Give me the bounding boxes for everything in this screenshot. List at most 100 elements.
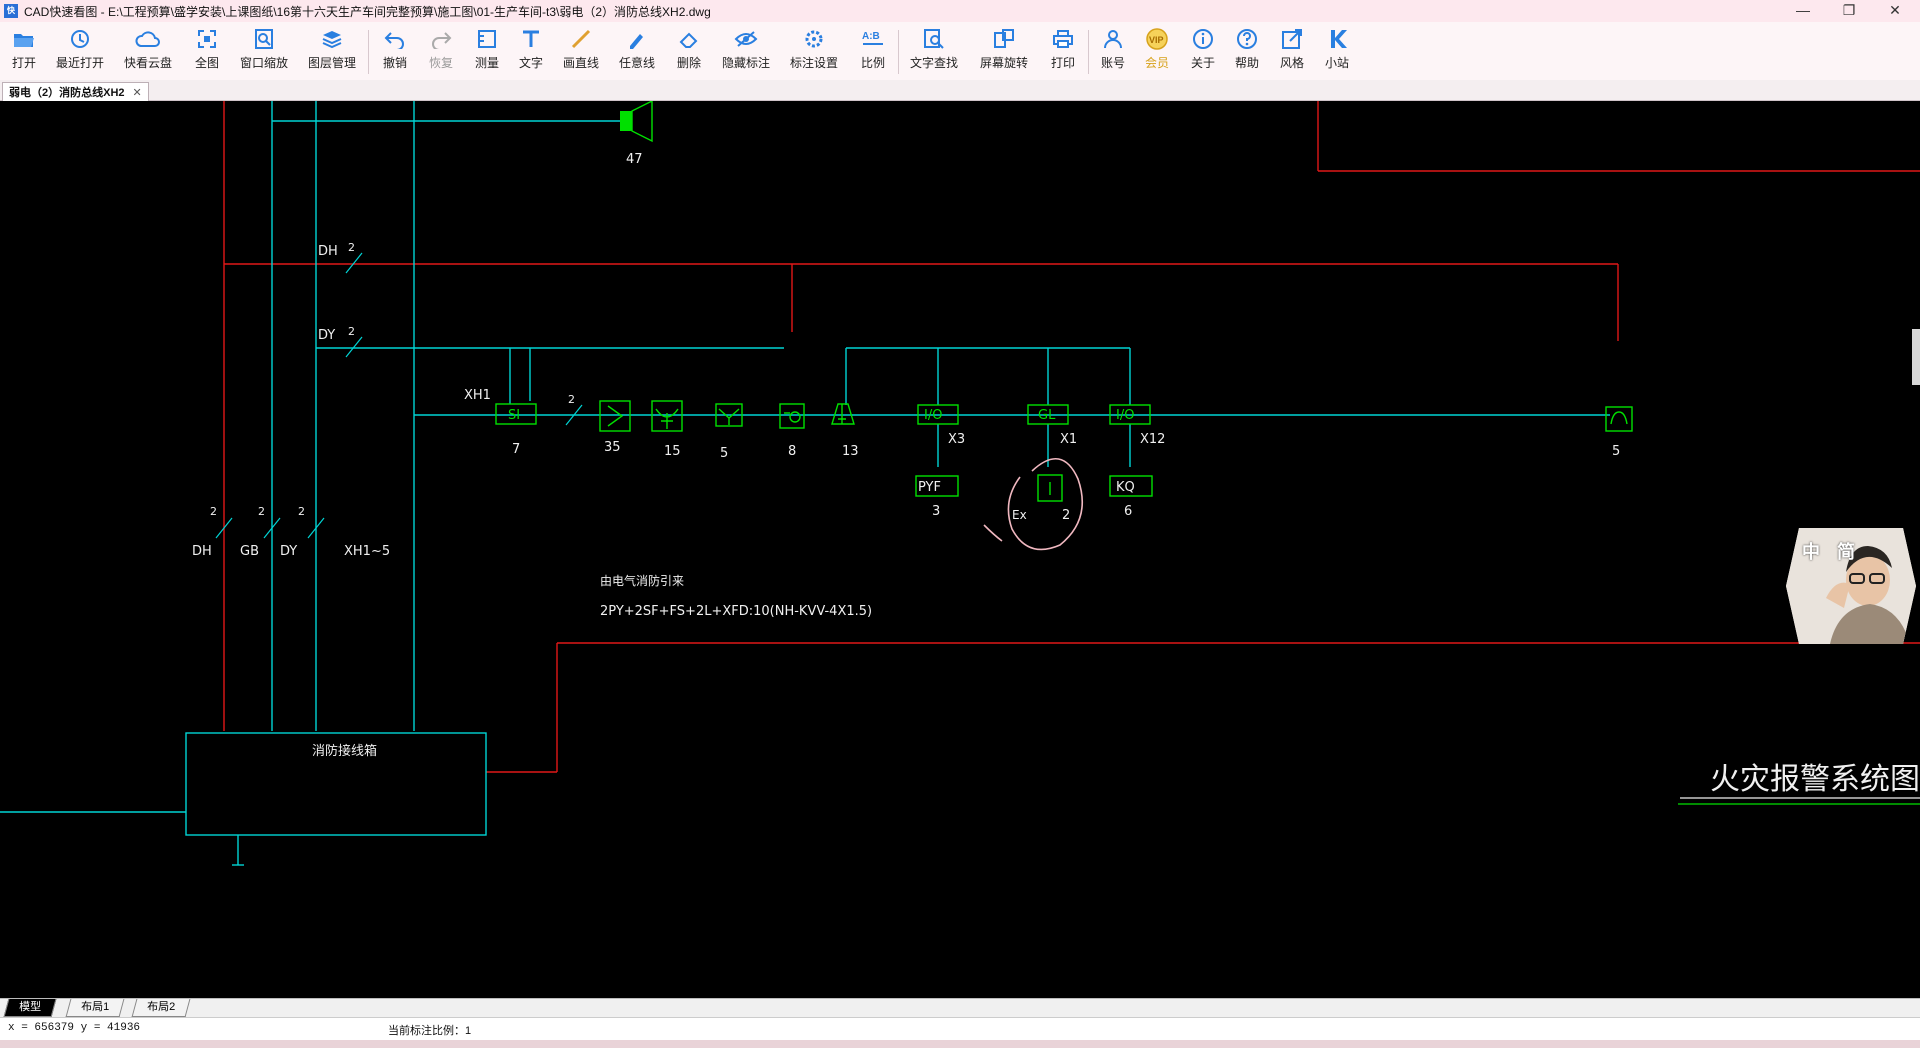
minimize-button[interactable]: — bbox=[1780, 0, 1826, 22]
toolbar-separator bbox=[368, 30, 369, 74]
svg-text:X3: X3 bbox=[948, 432, 965, 447]
svg-text:Ex: Ex bbox=[1012, 508, 1027, 522]
svg-text:由电气消防引来: 由电气消防引来 bbox=[600, 573, 684, 588]
rotate-screen-button[interactable]: 屏幕旋转 bbox=[976, 26, 1032, 76]
speaker-icon bbox=[620, 101, 653, 143]
handwritten-circle-annotation bbox=[983, 457, 1084, 551]
about-button[interactable]: 关于 bbox=[1186, 26, 1220, 76]
svg-text:47: 47 bbox=[626, 152, 643, 167]
hide-annotation-icon bbox=[718, 26, 774, 52]
svg-text:13: 13 bbox=[842, 444, 859, 459]
svg-text:5: 5 bbox=[1612, 444, 1620, 459]
svg-text:VIP: VIP bbox=[1149, 35, 1164, 45]
cursor-coordinates: x = 656379 y = 41936 bbox=[8, 1022, 141, 1034]
svg-text:2: 2 bbox=[1062, 508, 1070, 523]
undo-icon bbox=[378, 26, 412, 52]
svg-text:2: 2 bbox=[210, 505, 217, 518]
drawing-canvas[interactable]: 47 DH 2 DY 2 XH1 2 SI I/O GL I/O PYF KQ … bbox=[0, 101, 1920, 998]
svg-text:XH1~5: XH1~5 bbox=[344, 544, 390, 559]
svg-text:7: 7 bbox=[512, 442, 520, 457]
station-button[interactable]: 小站 bbox=[1320, 26, 1354, 76]
title-bar: 快 CAD快速看图 - E:\工程预算\盛学安装\上课图纸\16第十六天生产车间… bbox=[0, 0, 1920, 22]
svg-text:X12: X12 bbox=[1140, 432, 1165, 447]
svg-text:2: 2 bbox=[258, 505, 265, 518]
svg-text:6: 6 bbox=[1124, 504, 1132, 519]
svg-text:2: 2 bbox=[568, 393, 575, 406]
help-icon bbox=[1230, 26, 1264, 52]
cloud-icon bbox=[120, 26, 176, 52]
window-zoom-button[interactable]: 窗口缩放 bbox=[236, 26, 292, 76]
close-tab-icon[interactable]: ✕ bbox=[133, 86, 142, 99]
tab-layout-1[interactable]: 布局1 bbox=[65, 999, 125, 1017]
svg-text:PYF: PYF bbox=[918, 480, 941, 495]
title-underline bbox=[1678, 797, 1920, 805]
draw-line-button[interactable]: 画直线 bbox=[560, 26, 602, 76]
scale-icon: A:B bbox=[856, 26, 890, 52]
print-icon bbox=[1046, 26, 1080, 52]
svg-text:8: 8 bbox=[788, 444, 796, 459]
svg-text:SI: SI bbox=[508, 408, 520, 423]
tab-model[interactable]: 模型 bbox=[3, 999, 57, 1017]
fit-all-icon bbox=[190, 26, 224, 52]
style-button[interactable]: 风格 bbox=[1275, 26, 1309, 76]
vertical-scrollbar-thumb[interactable] bbox=[1912, 329, 1920, 385]
fit-all-button[interactable]: 全图 bbox=[190, 26, 224, 76]
measure-button[interactable]: 测量 bbox=[470, 26, 504, 76]
hide-annotation-button[interactable]: 隐藏标注 bbox=[718, 26, 774, 76]
svg-text:A:B: A:B bbox=[862, 31, 880, 42]
svg-text:15: 15 bbox=[664, 444, 681, 459]
document-tab[interactable]: 弱电（2）消防总线XH2 ✕ bbox=[2, 82, 149, 101]
zoom-window-icon bbox=[236, 26, 292, 52]
account-button[interactable]: 账号 bbox=[1096, 26, 1130, 76]
account-icon bbox=[1096, 26, 1130, 52]
svg-text:DY: DY bbox=[318, 328, 335, 343]
svg-text:2PY+2SF+FS+2L+XFD:10(NH-KVV-4X: 2PY+2SF+FS+2L+XFD:10(NH-KVV-4X1.5) bbox=[600, 604, 872, 619]
redo-icon bbox=[424, 26, 458, 52]
svg-text:2: 2 bbox=[348, 241, 355, 254]
svg-text:2: 2 bbox=[348, 325, 355, 338]
help-button[interactable]: 帮助 bbox=[1230, 26, 1264, 76]
redo-button[interactable]: 恢复 bbox=[424, 26, 458, 76]
text-search-button[interactable]: 文字查找 bbox=[906, 26, 962, 76]
svg-text:XH1: XH1 bbox=[464, 388, 491, 403]
freehand-line-button[interactable]: 任意线 bbox=[616, 26, 658, 76]
svg-text:DH: DH bbox=[192, 544, 212, 559]
cloud-drive-button[interactable]: 快看云盘 bbox=[120, 26, 176, 76]
layer-manager-button[interactable]: 图层管理 bbox=[304, 26, 360, 76]
vip-icon: VIP bbox=[1140, 26, 1174, 52]
text-button[interactable]: 文字 bbox=[514, 26, 548, 76]
svg-text:DH: DH bbox=[318, 244, 338, 259]
freehand-icon bbox=[616, 26, 658, 52]
taskbar-strip bbox=[0, 1040, 1920, 1048]
svg-text:消防接线箱: 消防接线箱 bbox=[312, 743, 377, 759]
text-search-icon bbox=[906, 26, 962, 52]
print-button[interactable]: 打印 bbox=[1046, 26, 1080, 76]
maximize-button[interactable]: ❐ bbox=[1826, 0, 1872, 22]
cad-drawing: 47 DH 2 DY 2 XH1 2 SI I/O GL I/O PYF KQ … bbox=[0, 101, 1920, 866]
tab-layout-2[interactable]: 布局2 bbox=[131, 999, 191, 1017]
toolbar-separator bbox=[898, 30, 899, 74]
svg-text:I/O: I/O bbox=[1116, 408, 1134, 423]
svg-text:KQ: KQ bbox=[1116, 480, 1135, 495]
cable-count-ticks bbox=[215, 252, 583, 539]
scale-button[interactable]: A:B 比例 bbox=[856, 26, 890, 76]
undo-button[interactable]: 撤销 bbox=[378, 26, 412, 76]
app-logo-icon: 快 bbox=[4, 4, 18, 18]
document-tab-label: 弱电（2）消防总线XH2 bbox=[9, 87, 125, 99]
svg-text:I/O: I/O bbox=[924, 408, 942, 423]
status-bar: x = 656379 y = 41936 当前标注比例：1 bbox=[0, 1017, 1920, 1040]
style-icon bbox=[1275, 26, 1309, 52]
delete-button[interactable]: 删除 bbox=[672, 26, 706, 76]
svg-text:X1: X1 bbox=[1060, 432, 1077, 447]
close-button[interactable]: ✕ bbox=[1872, 0, 1918, 22]
toolbar-separator bbox=[1088, 30, 1089, 74]
station-icon bbox=[1320, 26, 1354, 52]
window-title: CAD快速看图 - E:\工程预算\盛学安装\上课图纸\16第十六天生产车间完整… bbox=[24, 4, 711, 19]
svg-text:35: 35 bbox=[604, 440, 621, 455]
open-button[interactable]: 打开 bbox=[4, 26, 44, 76]
layers-icon bbox=[304, 26, 360, 52]
annotation-settings-button[interactable]: 标注设置 bbox=[786, 26, 842, 76]
recent-open-button[interactable]: 最近打开 bbox=[52, 26, 108, 76]
document-tab-strip: 弱电（2）消防总线XH2 ✕ bbox=[0, 80, 1920, 101]
vip-button[interactable]: VIP 会员 bbox=[1140, 26, 1174, 76]
